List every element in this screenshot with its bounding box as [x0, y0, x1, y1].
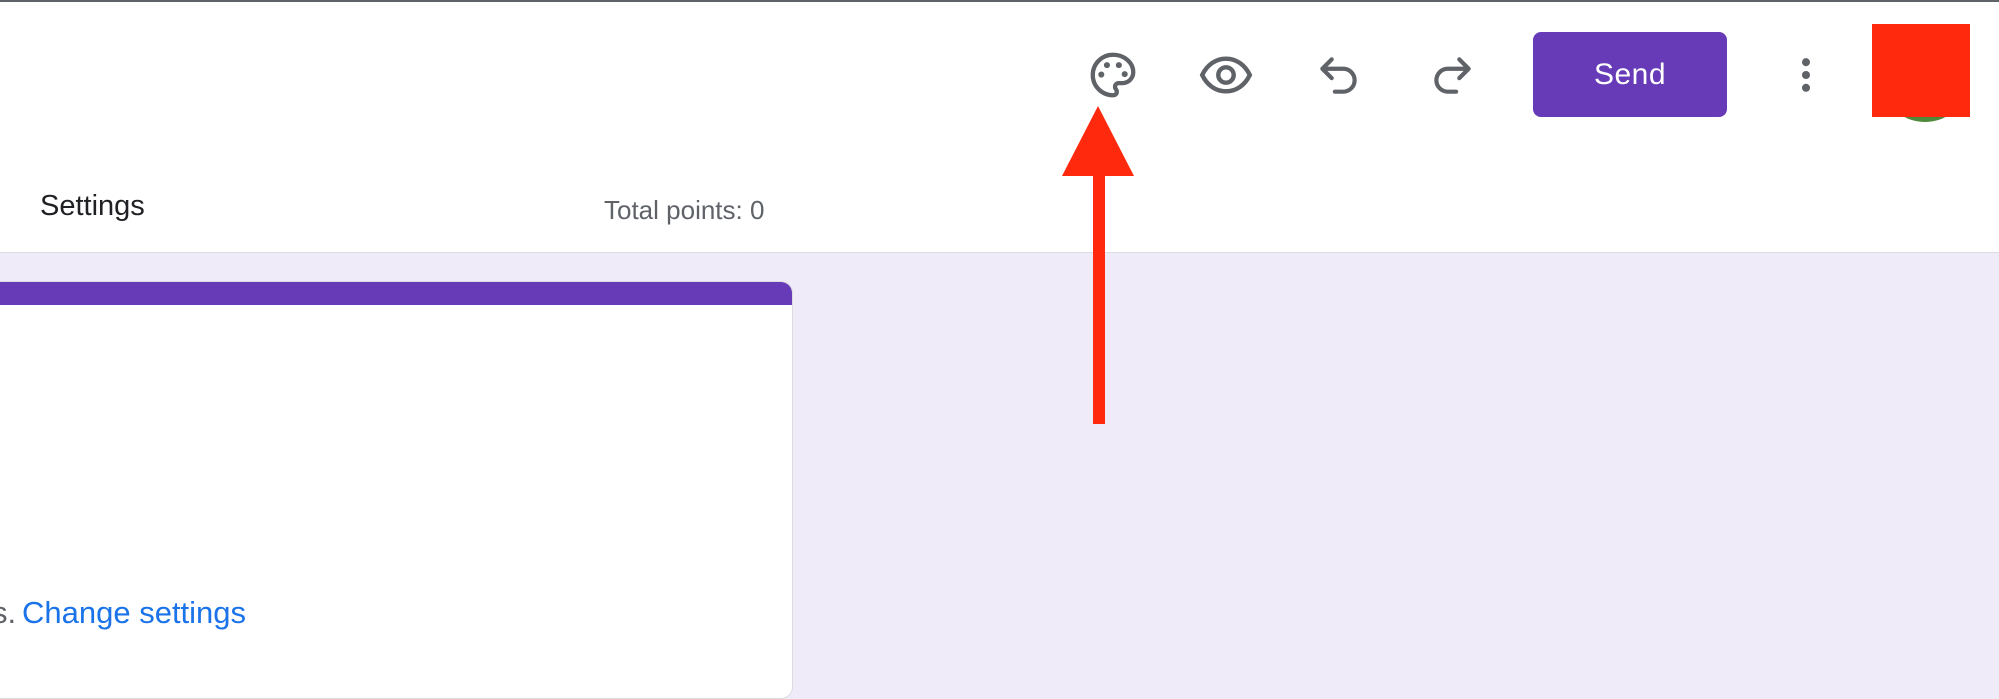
eye-icon	[1199, 56, 1253, 94]
forms-editor-page: Send Settings Total points: 0 s. Change …	[0, 0, 1999, 699]
more-options-button[interactable]	[1771, 40, 1841, 110]
more-vert-icon	[1801, 58, 1811, 92]
palette-icon	[1090, 52, 1136, 98]
annotation-arrow-head	[1062, 106, 1134, 176]
total-points-label: Total points: 0	[604, 195, 765, 225]
undo-icon	[1320, 57, 1357, 94]
undo-button[interactable]	[1304, 40, 1374, 110]
tab-settings[interactable]: Settings	[40, 190, 145, 223]
preview-button[interactable]	[1191, 40, 1261, 110]
card-accent-bar	[0, 282, 792, 305]
card-note-fragment: s.	[0, 595, 17, 630]
redaction-box	[1872, 24, 1970, 117]
redo-button[interactable]	[1417, 40, 1487, 110]
change-settings-link[interactable]: Change settings	[22, 595, 246, 631]
redo-icon	[1434, 57, 1471, 94]
annotation-arrow	[1062, 106, 1134, 424]
annotation-arrow-shaft	[1093, 172, 1105, 424]
account-avatar-area[interactable]	[1872, 24, 1970, 122]
settings-card: s. Change settings	[0, 281, 793, 699]
send-button[interactable]: Send	[1533, 32, 1727, 117]
customize-theme-button[interactable]	[1078, 40, 1148, 110]
editor-header: Send Settings Total points: 0	[0, 2, 1999, 253]
